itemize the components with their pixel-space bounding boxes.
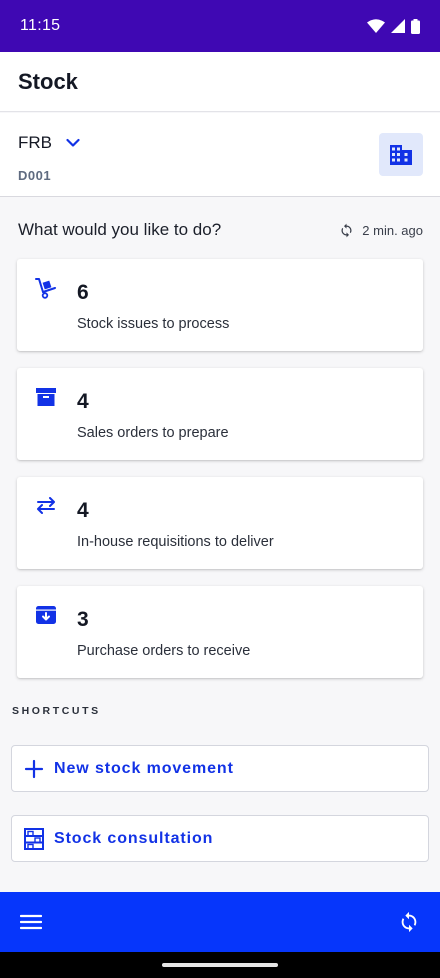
archive-box-icon: [35, 386, 57, 408]
site-name: FRB: [18, 133, 52, 152]
task-count: 3: [77, 608, 89, 631]
last-refresh-time: 2 min. ago: [362, 222, 423, 238]
status-icons: [367, 18, 420, 34]
stock-consultation-button[interactable]: Stock consultation: [11, 815, 429, 862]
shortcut-label: New stock movement: [54, 759, 234, 777]
refresh-status[interactable]: 2 min. ago: [339, 223, 423, 238]
sync-button[interactable]: [396, 909, 422, 935]
shortcuts-title: SHORTCUTS: [12, 705, 101, 717]
swap-arrows-icon: [35, 495, 57, 517]
task-count: 4: [77, 499, 89, 522]
plus-icon: [24, 759, 44, 778]
shelving-icon: [24, 827, 44, 850]
sync-icon: [401, 911, 417, 933]
menu-button[interactable]: [18, 909, 44, 935]
sync-icon: [341, 223, 352, 237]
hamburger-menu-icon: [20, 914, 42, 930]
task-count: 6: [77, 281, 89, 304]
task-label: Stock issues to process: [77, 316, 230, 332]
hand-truck-icon: [35, 277, 57, 299]
home-gesture-handle[interactable]: [162, 963, 278, 967]
wifi-icon: [367, 19, 385, 33]
task-label: Sales orders to prepare: [77, 425, 229, 441]
dashboard-header: What would you like to do? 2 min. ago: [18, 220, 423, 240]
status-bar: 11:15: [0, 0, 440, 52]
new-stock-movement-button[interactable]: New stock movement: [11, 745, 429, 792]
site-bar: FRB D001: [0, 113, 440, 197]
site-picker-button[interactable]: [379, 133, 423, 176]
dashboard-question: What would you like to do?: [18, 220, 222, 239]
site-code: D001: [18, 168, 52, 183]
shortcut-label: Stock consultation: [54, 829, 214, 847]
inbox-receive-icon: [35, 604, 57, 626]
bottom-app-bar: [0, 892, 440, 952]
cell-signal-icon: [391, 19, 405, 33]
chevron-down-icon: [66, 138, 80, 147]
building-icon: [390, 144, 412, 165]
task-card-sales-orders[interactable]: 4 Sales orders to prepare: [17, 368, 423, 460]
task-card-purchase-orders[interactable]: 3 Purchase orders to receive: [17, 586, 423, 678]
task-label: In-house requisitions to deliver: [77, 534, 274, 550]
page-title: Stock: [18, 68, 78, 94]
app-header: Stock: [0, 52, 440, 112]
task-card-stock-issues[interactable]: 6 Stock issues to process: [17, 259, 423, 351]
battery-icon: [411, 18, 420, 34]
status-time: 11:15: [20, 17, 61, 34]
task-label: Purchase orders to receive: [77, 643, 251, 659]
task-count: 4: [77, 390, 89, 413]
task-card-requisitions[interactable]: 4 In-house requisitions to deliver: [17, 477, 423, 569]
site-selector[interactable]: FRB: [18, 133, 80, 153]
system-navigation-bar: [0, 952, 440, 978]
